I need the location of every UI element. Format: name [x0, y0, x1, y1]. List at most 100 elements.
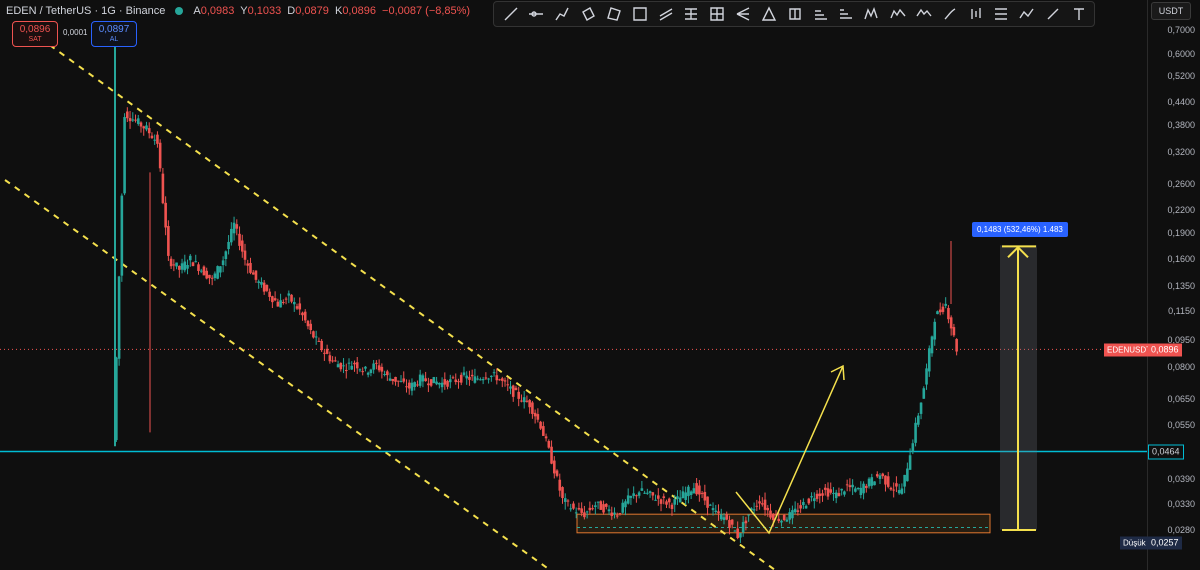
candle-body: [271, 296, 274, 303]
candle-body: [755, 505, 759, 507]
candle-body: [347, 362, 351, 364]
candle-body: [758, 501, 761, 504]
candle-body: [246, 263, 250, 266]
candle-body: [621, 502, 625, 513]
parallel-channel-icon[interactable]: [655, 4, 676, 24]
candle-body: [791, 510, 794, 519]
candle-body: [210, 277, 214, 279]
horizontal-ray-icon[interactable]: [526, 4, 547, 24]
candle-body: [925, 368, 928, 385]
candle-body: [336, 364, 340, 368]
path-icon[interactable]: [552, 4, 573, 24]
candlestick-icon[interactable]: [965, 4, 986, 24]
fib-retracement-icon[interactable]: [681, 4, 702, 24]
candle-body: [312, 331, 315, 338]
long-position-icon[interactable]: [784, 4, 805, 24]
symbol-title[interactable]: EDEN / TetherUS · 1G · Binance: [6, 5, 165, 17]
candle-body: [145, 125, 148, 130]
candle-body: [766, 507, 770, 511]
candle-body: [503, 380, 507, 382]
candle-body: [364, 366, 367, 369]
candle-body: [156, 134, 159, 144]
price-chart[interactable]: [0, 0, 1147, 570]
sell-button[interactable]: 0,0896 SAT: [12, 21, 58, 47]
price-axis[interactable]: 0,7000 0,6000 0,5200 0,4400 0,3800 0,3200 0,26…: [1147, 0, 1200, 570]
candle-body: [487, 378, 490, 380]
projection-icon[interactable]: [810, 4, 831, 24]
level-price-tag: 0,0464: [1148, 444, 1184, 460]
rotated-rectangle-icon[interactable]: [577, 4, 598, 24]
pen-icon[interactable]: [1042, 4, 1063, 24]
candle-body: [796, 510, 800, 512]
buy-button[interactable]: 0,0897 AL: [91, 21, 137, 47]
candle-body: [911, 443, 915, 452]
candle-body: [147, 128, 151, 134]
triangle-icon[interactable]: [758, 4, 779, 24]
ruler-icon[interactable]: [836, 4, 857, 24]
candle-body: [917, 415, 920, 425]
candle-body: [799, 505, 802, 509]
candle-body: [473, 376, 477, 383]
y-tick-label: 0,2600: [1167, 178, 1195, 189]
market-status-icon: [175, 7, 184, 15]
candle-body: [197, 264, 200, 271]
candle-body: [531, 402, 534, 414]
candle-body: [394, 376, 397, 382]
y-tick-label: 0,6000: [1167, 48, 1195, 59]
polygon-icon[interactable]: [603, 4, 624, 24]
candle-body: [309, 323, 312, 330]
candle-body: [695, 483, 698, 495]
candle-body: [484, 377, 488, 379]
brush-icon[interactable]: [939, 4, 960, 24]
grid-icon[interactable]: [707, 4, 728, 24]
text-icon[interactable]: [1068, 4, 1089, 24]
candle-body: [624, 501, 627, 508]
candle-body: [282, 302, 285, 304]
y-tick-label: 0,3200: [1167, 146, 1195, 157]
candle-body: [785, 519, 789, 522]
candle-body: [465, 375, 469, 379]
candle-body: [142, 126, 146, 129]
candle-body: [604, 503, 608, 507]
candle-body: [670, 504, 674, 509]
candle-body: [569, 508, 573, 510]
pitchfork-icon[interactable]: [732, 4, 753, 24]
candle-body: [443, 379, 447, 385]
candle-body: [881, 473, 885, 477]
candle-body: [615, 515, 619, 517]
candle-body: [952, 327, 956, 336]
price-range-icon[interactable]: [991, 4, 1012, 24]
candle-body: [955, 339, 958, 352]
candle-body: [481, 379, 485, 381]
candle-body: [251, 272, 255, 275]
candle-body: [123, 117, 126, 194]
path-zigzag-icon[interactable]: [1017, 4, 1038, 24]
candle-body: [689, 491, 693, 496]
candle-body: [405, 386, 408, 388]
candle-body: [175, 262, 178, 267]
head-shoulders-icon[interactable]: [913, 4, 934, 24]
candle-body: [180, 263, 184, 270]
candle-body: [607, 509, 611, 512]
candle-body: [295, 306, 299, 309]
candle-body: [733, 530, 737, 532]
candle-body: [528, 400, 531, 408]
candle-body: [610, 512, 614, 516]
candle-body: [194, 261, 198, 263]
chart-area[interactable]: [0, 0, 1147, 570]
candle-body: [930, 336, 934, 354]
y-tick-label: 0,3800: [1167, 119, 1195, 130]
candle-body: [355, 362, 359, 369]
rectangle-icon[interactable]: [629, 4, 650, 24]
xabcd-pattern-icon[interactable]: [862, 4, 883, 24]
candle-body: [520, 400, 523, 402]
currency-selector[interactable]: USDT: [1151, 2, 1191, 20]
candle-body: [949, 317, 953, 329]
candle-body: [552, 460, 556, 474]
candle-body: [328, 355, 332, 362]
candle-body: [908, 455, 912, 470]
trend-line-icon[interactable]: [500, 4, 521, 24]
candle-body: [892, 489, 895, 491]
elliott-wave-icon[interactable]: [887, 4, 908, 24]
candle-body: [224, 251, 228, 259]
